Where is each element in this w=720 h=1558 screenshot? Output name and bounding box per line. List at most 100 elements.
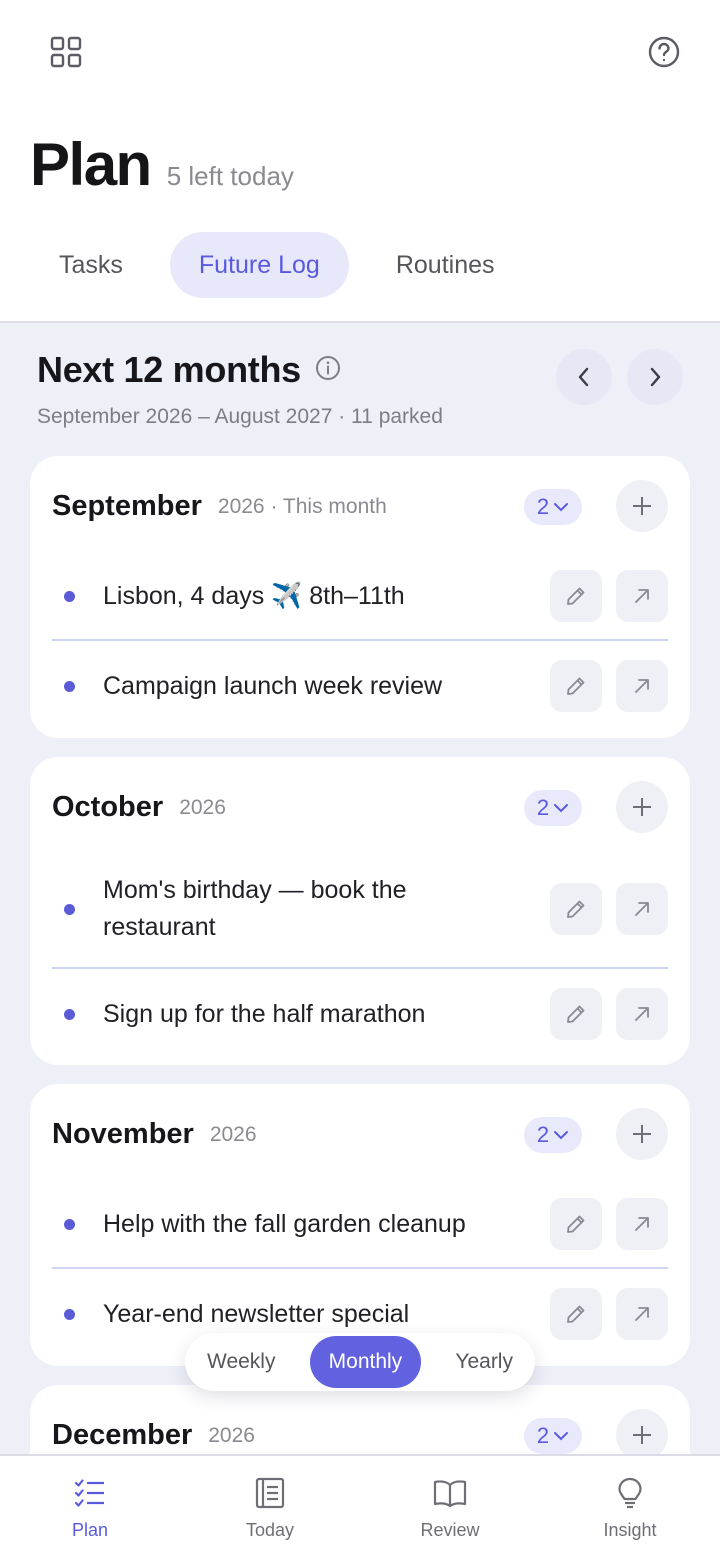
item-count: 2 <box>536 1423 550 1448</box>
tasks-left-label: 5 left today <box>166 161 294 191</box>
plus-icon <box>633 497 651 515</box>
view-yearly[interactable]: Yearly <box>436 1336 532 1388</box>
pencil-icon <box>567 900 585 918</box>
plus-icon <box>633 1125 651 1143</box>
edit-button[interactable] <box>550 660 602 712</box>
previous-period-button[interactable] <box>556 349 612 405</box>
chevron-left-icon <box>578 367 589 387</box>
top-bar <box>0 0 720 110</box>
arrow-up-right-icon <box>635 679 649 693</box>
chevron-down-icon <box>554 804 569 813</box>
chevron-right-icon <box>650 367 661 387</box>
month-name: October <box>52 790 164 823</box>
nav-label: Today <box>245 1520 295 1540</box>
item-text: Campaign launch week review <box>103 671 443 700</box>
tab-tasks[interactable]: Tasks <box>30 232 152 298</box>
nav-label: Insight <box>603 1520 657 1540</box>
list-item[interactable]: Mom's birthday — book the restaurant <box>52 871 668 947</box>
view-weekly[interactable]: Weekly <box>188 1336 294 1388</box>
grid-icon[interactable] <box>42 28 90 76</box>
item-count-toggle[interactable]: 2 <box>524 1418 582 1454</box>
month-name: November <box>52 1117 194 1150</box>
tab-routines[interactable]: Routines <box>367 232 524 298</box>
arrow-up-right-icon <box>635 1307 649 1321</box>
bullet-icon <box>64 903 75 915</box>
month-name: December <box>52 1418 193 1451</box>
add-item-button[interactable] <box>616 1108 668 1160</box>
migrate-button[interactable] <box>616 570 668 622</box>
list-item[interactable]: Campaign launch week review <box>52 660 668 712</box>
item-count-toggle[interactable]: 2 <box>524 489 582 525</box>
add-item-button[interactable] <box>616 1409 668 1454</box>
edit-button[interactable] <box>550 988 602 1040</box>
chevron-down-icon <box>554 1432 569 1441</box>
item-count: 2 <box>536 1122 550 1147</box>
book-icon <box>433 1480 467 1508</box>
add-item-button[interactable] <box>616 781 668 833</box>
month-meta: 2026 <box>209 1123 257 1146</box>
migrate-button[interactable] <box>616 883 668 935</box>
month-header: September 2026 · This month 2 <box>52 480 668 532</box>
bullet-icon <box>64 1008 75 1020</box>
month-header: November 2026 2 <box>52 1108 668 1160</box>
month-card-november: November 2026 2 Help with the fall garde… <box>30 1084 690 1366</box>
migrate-button[interactable] <box>616 988 668 1040</box>
item-count: 2 <box>536 795 550 820</box>
nav-review[interactable]: Review <box>360 1456 540 1558</box>
month-name: September <box>52 489 202 522</box>
add-item-button[interactable] <box>616 480 668 532</box>
month-meta: 2026 <box>179 796 226 819</box>
info-icon[interactable] <box>315 355 341 386</box>
bullet-icon <box>64 1218 75 1230</box>
chevron-down-icon <box>554 503 569 512</box>
nav-plan[interactable]: Plan <box>0 1456 180 1558</box>
migrate-button[interactable] <box>616 660 668 712</box>
item-count: 2 <box>536 494 550 519</box>
pencil-icon <box>567 1215 585 1233</box>
month-card-december: December 2026 2 <box>30 1385 690 1454</box>
edit-button[interactable] <box>550 1198 602 1250</box>
arrow-up-right-icon <box>635 1217 649 1231</box>
section-title: Next 12 months <box>37 349 301 390</box>
list-item[interactable]: Help with the fall garden cleanup <box>52 1198 668 1250</box>
item-count-toggle[interactable]: 2 <box>524 1117 582 1153</box>
help-circle-icon[interactable] <box>640 28 688 76</box>
month-header: December 2026 2 <box>52 1409 668 1454</box>
page-title: Plan <box>30 131 152 198</box>
chevron-down-icon <box>554 1131 569 1140</box>
nav-label: Review <box>420 1520 480 1540</box>
edit-button[interactable] <box>550 570 602 622</box>
pencil-icon <box>567 1305 585 1323</box>
view-monthly[interactable]: Monthly <box>309 1336 422 1388</box>
plan-tabs: Tasks Future Log Routines <box>30 232 524 298</box>
item-text: Help with the fall garden cleanup <box>103 1209 466 1238</box>
next-period-button[interactable] <box>627 349 683 405</box>
plus-icon <box>633 798 651 816</box>
journal-icon <box>255 1477 285 1509</box>
plus-icon <box>633 1426 651 1444</box>
nav-today[interactable]: Today <box>180 1456 360 1558</box>
item-text: Lisbon, 4 days ✈️ 8th–11th <box>103 581 405 610</box>
section-header: Next 12 months <box>37 349 341 391</box>
list-item[interactable]: Lisbon, 4 days ✈️ 8th–11th <box>52 570 668 622</box>
nav-insight[interactable]: Insight <box>540 1456 720 1558</box>
item-text: Mom's birthday — book the restaurant <box>103 876 407 941</box>
tab-future-log[interactable]: Future Log <box>169 232 349 298</box>
edit-button[interactable] <box>550 1288 602 1340</box>
item-count-toggle[interactable]: 2 <box>524 790 582 826</box>
migrate-button[interactable] <box>616 1198 668 1250</box>
month-card-october: October 2026 2 Mom's birthday — book the… <box>30 757 690 1065</box>
nav-label: Plan <box>71 1520 109 1540</box>
month-meta: 2026 · This month <box>217 495 387 518</box>
arrow-up-right-icon <box>635 902 649 916</box>
pencil-icon <box>567 587 585 605</box>
arrow-up-right-icon <box>635 1007 649 1021</box>
list-item[interactable]: Sign up for the half marathon <box>52 988 668 1040</box>
migrate-button[interactable] <box>616 1288 668 1340</box>
month-meta: 2026 <box>208 1424 255 1447</box>
month-card-september: September 2026 · This month 2 Lisbon, 4 … <box>30 456 690 738</box>
item-text: Sign up for the half marathon <box>103 999 426 1028</box>
view-toggle: Weekly Monthly Yearly <box>185 1333 535 1391</box>
pencil-icon <box>567 677 585 695</box>
edit-button[interactable] <box>550 883 602 935</box>
